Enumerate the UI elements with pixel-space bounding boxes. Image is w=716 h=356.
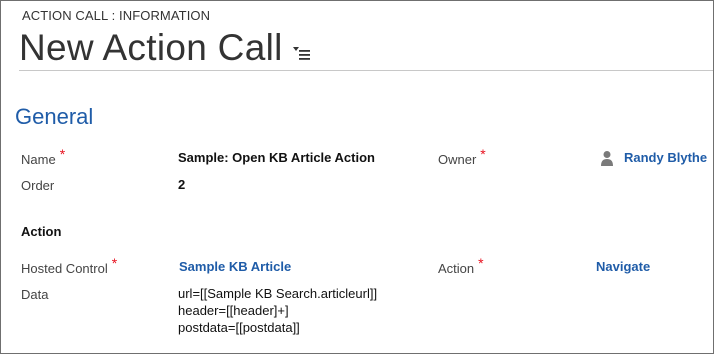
action-label-text: Action <box>438 261 475 276</box>
data-line: postdata=[[postdata]] <box>178 320 300 335</box>
action-call-form: ACTION CALL : INFORMATION New Action Cal… <box>0 0 714 354</box>
data-field[interactable]: url=[[Sample KB Search.articleurl]] head… <box>178 285 377 336</box>
owner-link[interactable]: Randy Blythe <box>624 150 707 165</box>
data-label: Data <box>21 287 49 302</box>
hosted-control-label: Hosted Control * <box>21 255 117 276</box>
action-link[interactable]: Navigate <box>596 259 650 274</box>
required-marker: * <box>111 255 118 271</box>
required-marker: * <box>480 146 486 162</box>
section-title-general: General <box>15 104 94 129</box>
header-divider <box>19 70 713 71</box>
hosted-control-link[interactable]: Sample KB Article <box>179 259 291 274</box>
name-field[interactable]: Sample: Open KB Article Action <box>178 150 375 165</box>
name-label-text: Name <box>21 152 56 167</box>
entity-label: ACTION CALL : INFORMATION <box>22 8 211 23</box>
data-line: url=[[Sample KB Search.articleurl]] <box>178 286 378 301</box>
order-field[interactable]: 2 <box>178 177 185 192</box>
required-marker: * <box>478 255 484 271</box>
owner-label: Owner * <box>438 146 486 167</box>
hosted-control-label-text: Hosted Control <box>21 261 108 276</box>
owner-label-text: Owner <box>438 152 477 167</box>
order-label: Order <box>21 178 55 193</box>
form-selector-menu-icon[interactable] <box>292 45 312 61</box>
name-label: Name * <box>21 146 65 167</box>
section-title-action: Action <box>21 224 62 239</box>
page-title: New Action Call <box>19 27 283 68</box>
required-marker: * <box>59 146 66 162</box>
data-line: header=[[header]+] <box>178 303 289 318</box>
action-label: Action * <box>438 255 484 276</box>
user-icon <box>601 151 613 166</box>
